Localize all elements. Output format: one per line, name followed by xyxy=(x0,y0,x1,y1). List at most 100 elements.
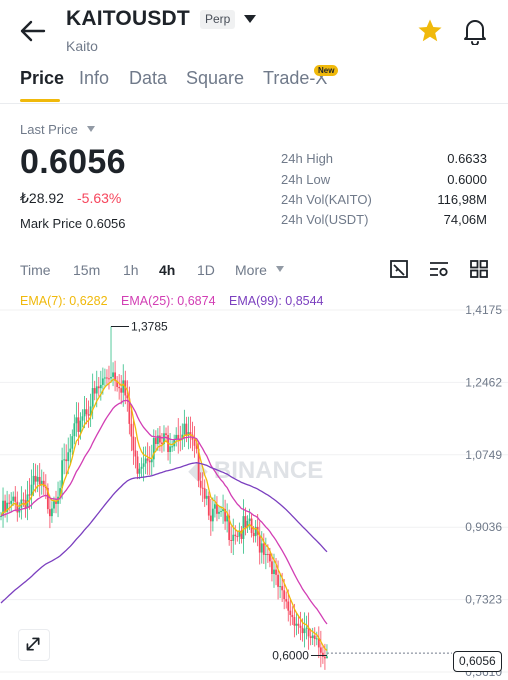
candle-body xyxy=(71,436,74,449)
y-axis-tick-label: 1,4175 xyxy=(465,303,502,317)
candle-body xyxy=(281,586,284,591)
candle-body xyxy=(289,610,292,615)
candle-body xyxy=(230,540,233,542)
candle-body xyxy=(326,656,328,659)
candle-body xyxy=(83,409,86,417)
main-tabs: Price Info Data Square Trade-X New xyxy=(0,62,508,104)
ema99-label: EMA(99): 0,8544 xyxy=(229,294,324,308)
price-change-percent: -5.63% xyxy=(77,190,122,206)
candle-body xyxy=(36,476,39,482)
candle-body xyxy=(295,623,298,626)
candle-body xyxy=(218,511,220,514)
symbol-title[interactable]: KAITOUSDT xyxy=(66,7,190,31)
candle-body xyxy=(183,423,186,435)
candle-body xyxy=(201,487,204,489)
candle-body xyxy=(313,635,316,639)
candle-body xyxy=(63,459,66,461)
candle-body xyxy=(53,501,55,509)
price-type-dropdown-icon[interactable] xyxy=(86,124,96,134)
new-badge: New xyxy=(314,65,339,76)
interval-4h[interactable]: 4h xyxy=(159,262,175,278)
candle-body xyxy=(112,372,114,377)
tab-square[interactable]: Square xyxy=(186,68,244,89)
candle-body xyxy=(93,388,96,394)
more-dropdown-icon[interactable] xyxy=(275,264,285,274)
candle-body xyxy=(252,532,255,537)
interval-1h[interactable]: 1h xyxy=(123,262,139,278)
candle-body xyxy=(150,459,153,463)
price-chart[interactable]: 1,41751,24621,07490,90360,73230,5610◆ BI… xyxy=(0,298,508,680)
grid-layout-icon[interactable] xyxy=(469,259,489,279)
indicator-settings-icon[interactable] xyxy=(429,259,449,279)
fiat-price: ₺28.92 xyxy=(20,190,64,206)
last-price-value: 0.6056 xyxy=(20,143,126,181)
candle-body xyxy=(8,502,11,504)
chart-type-icon[interactable] xyxy=(389,259,409,279)
tab-price[interactable]: Price xyxy=(20,68,64,89)
fullscreen-expand-button[interactable] xyxy=(18,629,50,661)
y-axis-tick-label: 1,0749 xyxy=(465,448,502,462)
candle-body xyxy=(138,468,141,474)
candle-body xyxy=(142,463,145,467)
tab-info[interactable]: Info xyxy=(79,68,109,89)
candle-body xyxy=(51,508,53,517)
interval-more[interactable]: More xyxy=(235,262,267,278)
tab-data[interactable]: Data xyxy=(129,68,167,89)
candle-body xyxy=(214,504,216,509)
last-price-label[interactable]: Last Price xyxy=(20,122,78,137)
mark-price: Mark Price 0.6056 xyxy=(20,216,126,231)
candle-body xyxy=(4,500,6,512)
candle-body xyxy=(91,388,94,407)
interval-1d[interactable]: 1D xyxy=(197,262,215,278)
stat-vol-usdt-label: 24h Vol(USDT) xyxy=(281,212,369,227)
ema-legend: EMA(7): 0,6282 EMA(25): 0,6874 EMA(99): … xyxy=(20,294,334,308)
candle-body xyxy=(106,377,108,379)
back-arrow-icon[interactable] xyxy=(18,18,48,44)
y-axis-tick-label: 0,7323 xyxy=(465,593,502,607)
candle-body xyxy=(193,439,196,446)
candle-body xyxy=(305,627,308,629)
stat-high-value: 0.6633 xyxy=(447,151,487,166)
notification-bell-icon[interactable] xyxy=(462,17,488,45)
candle-body xyxy=(10,500,13,504)
interval-15m[interactable]: 15m xyxy=(73,262,100,278)
candle-body xyxy=(321,652,324,657)
candle-body xyxy=(277,574,279,587)
candle-body xyxy=(48,509,51,517)
interval-time[interactable]: Time xyxy=(20,262,51,278)
mark-price-value: 0.6056 xyxy=(85,216,126,231)
stat-vol-kaito-label: 24h Vol(KAITO) xyxy=(281,192,372,207)
coin-name: Kaito xyxy=(66,38,98,54)
candle-body xyxy=(73,423,76,437)
candle-body xyxy=(275,569,277,575)
candle-body xyxy=(236,536,239,538)
candle-body xyxy=(285,599,288,602)
y-axis-tick-label: 0,9036 xyxy=(465,520,502,534)
favorite-star-icon[interactable] xyxy=(417,18,443,44)
candle-body xyxy=(132,436,135,451)
candle-body xyxy=(14,496,17,502)
candle-body xyxy=(85,409,88,415)
candle-body xyxy=(77,417,80,432)
candle-body xyxy=(146,458,149,461)
candle-body xyxy=(301,627,304,634)
candle-body xyxy=(324,656,326,659)
candle-body xyxy=(171,446,174,448)
candle-body xyxy=(303,628,306,634)
candle-body xyxy=(232,534,235,541)
symbol-dropdown-icon[interactable] xyxy=(243,12,257,26)
candle-body xyxy=(248,518,251,521)
candle-body xyxy=(269,554,271,562)
candle-body xyxy=(319,647,322,653)
candle-body xyxy=(279,586,282,588)
candle-body xyxy=(299,625,302,628)
candle-body xyxy=(22,499,25,501)
candle-body xyxy=(266,554,269,556)
header: KAITOUSDT Perp Kaito xyxy=(0,0,508,62)
high-marker-label: 1,3785 xyxy=(131,319,168,333)
candle-body xyxy=(244,516,247,528)
candle-body xyxy=(65,459,68,462)
candle-body xyxy=(315,638,318,640)
candle-body xyxy=(207,495,210,516)
candle-body xyxy=(309,636,312,639)
